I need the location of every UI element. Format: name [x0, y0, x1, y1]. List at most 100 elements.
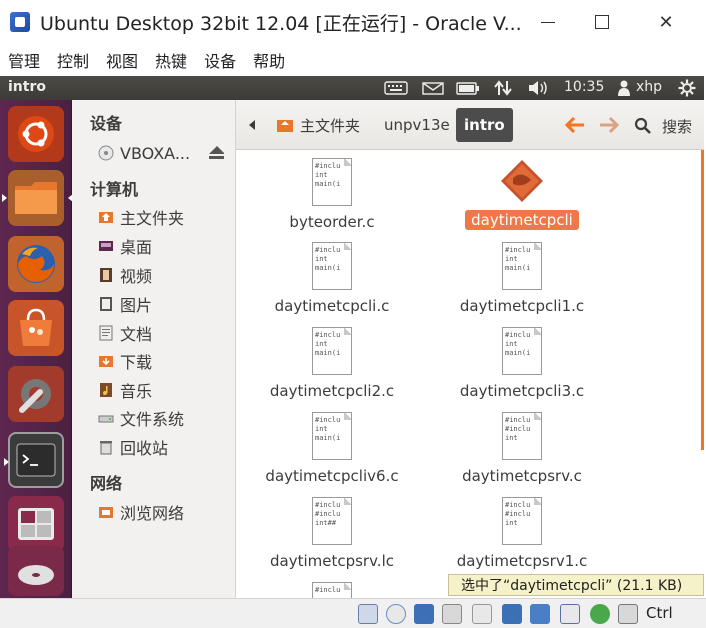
user-icon[interactable] [617, 80, 631, 96]
launcher-firefox[interactable] [8, 236, 64, 292]
network-icon[interactable] [494, 79, 512, 97]
launcher-terminal[interactable] [4, 432, 64, 488]
home-folder-icon [277, 120, 293, 132]
file-item[interactable]: #inclu #inclu int daytimetcpsrv1.c [432, 497, 612, 571]
sidebar-item-label: 浏览网络 [120, 504, 185, 523]
breadcrumb-home[interactable]: 主文件夹 [268, 108, 368, 142]
scrollbar[interactable] [701, 150, 704, 450]
sidebar-item-label: 文件系统 [120, 410, 185, 429]
file-item[interactable]: daytimetcpcli [432, 158, 612, 230]
sidebar-item-music[interactable]: 音乐 [98, 379, 152, 401]
usb-icon[interactable] [442, 604, 462, 624]
launcher-workspace-switcher[interactable] [8, 496, 64, 552]
c-source-file-icon: #inclu #inclu int## [312, 497, 352, 545]
sidebar-item-browse-network[interactable]: 浏览网络 [98, 501, 184, 523]
menu-item-4[interactable]: 设备 [204, 48, 236, 72]
breadcrumb-left-icon[interactable] [248, 120, 256, 130]
executable-icon [501, 160, 543, 202]
file-item[interactable]: #inclu [242, 582, 422, 598]
file-item[interactable]: #inclu #inclu int## daytimetcpsrv.lc [242, 497, 422, 571]
filesystem-icon [98, 415, 114, 423]
menu-item-0[interactable]: 管理 [8, 48, 40, 72]
breadcrumb-intro[interactable]: intro [456, 108, 513, 142]
file-item[interactable]: #inclu int main(i daytimetcpcli.c [242, 242, 422, 316]
c-source-file-icon: #inclu int main(i [312, 242, 352, 290]
host-key-label: Ctrl [646, 604, 673, 622]
file-preview-line: int [315, 425, 328, 433]
file-name: daytimetcpsrv.c [462, 467, 582, 485]
hard-disk-icon[interactable] [358, 604, 378, 624]
unity-launcher [0, 100, 73, 598]
sidebar-item-label: 回收站 [120, 439, 169, 458]
c-source-file-icon: #inclu #inclu int [502, 497, 542, 545]
file-item[interactable]: #inclu int main(i byteorder.c [242, 158, 422, 232]
volume-icon[interactable] [528, 80, 550, 96]
sidebar-item-downloads[interactable]: 下载 [98, 350, 152, 372]
file-item[interactable]: #inclu #inclu int daytimetcpsrv.c [432, 412, 612, 486]
sidebar-item-label: 音乐 [120, 382, 153, 401]
panel-app-name: intro [8, 79, 46, 95]
sidebar-item-desktop[interactable]: 桌面 [98, 235, 152, 257]
shared-folder-icon[interactable] [472, 604, 492, 624]
close-button[interactable]: ✕ [644, 0, 688, 44]
window-title: Ubuntu Desktop 32bit 12.04 [正在运行] - Orac… [40, 12, 522, 35]
sidebar-item-pictures[interactable]: 图片 [98, 293, 152, 315]
host-key-icon[interactable] [618, 604, 638, 624]
file-preview-line: main(i [505, 349, 531, 357]
file-name: daytimetcpsrv1.c [456, 552, 588, 570]
search-icon[interactable] [634, 117, 652, 135]
file-preview-line: #inclu [505, 416, 531, 424]
sidebar-item-filesystem[interactable]: 文件系统 [98, 407, 184, 429]
file-item[interactable]: #inclu int main(i daytimetcpcli1.c [432, 242, 612, 316]
file-item[interactable]: #inclu int main(i daytimetcpcli3.c [432, 327, 612, 401]
launcher-system-settings[interactable] [8, 366, 64, 422]
sidebar-item-trash[interactable]: 回收站 [98, 436, 168, 458]
breadcrumb-unpv13e[interactable]: unpv13e [376, 108, 458, 142]
optical-drive-icon[interactable] [386, 604, 406, 624]
minimize-button[interactable] [526, 0, 570, 44]
menu-item-3[interactable]: 热键 [155, 48, 187, 72]
file-preview-line: #inclu [505, 331, 531, 339]
launcher-disc[interactable] [8, 546, 64, 596]
host-menubar: 管理 控制 视图 热键 设备 帮助 [0, 44, 706, 76]
menu-item-1[interactable]: 控制 [57, 48, 89, 72]
sidebar-item-home[interactable]: 主文件夹 [98, 206, 184, 228]
search-button[interactable]: 搜索 [662, 116, 692, 137]
cpu-icon[interactable] [560, 604, 580, 624]
sidebar-item-documents[interactable]: 文档 [98, 322, 152, 344]
sidebar-item-vboxa[interactable]: VBOXA... [98, 142, 190, 164]
network-adapter-icon[interactable] [414, 604, 434, 624]
clock[interactable]: 10:35 [564, 79, 604, 95]
file-preview-line: main(i [315, 180, 341, 188]
computer-header: 计算机 [90, 180, 139, 199]
download-icon [99, 356, 113, 367]
launcher-software-center[interactable] [8, 300, 64, 356]
network-icon [99, 507, 113, 518]
file-item[interactable]: #inclu int main(i daytimetcpcli2.c [242, 327, 422, 401]
sidebar-item-videos[interactable]: 视频 [98, 264, 152, 286]
mouse-integration-icon[interactable] [590, 604, 610, 624]
file-name: daytimetcpcliv6.c [265, 467, 399, 485]
eject-icon[interactable] [208, 145, 224, 159]
back-arrow-icon[interactable] [564, 116, 586, 134]
panel-username[interactable]: xhp [636, 79, 662, 95]
gear-icon[interactable] [678, 79, 696, 97]
video-capture-icon[interactable] [530, 604, 550, 624]
launcher-files[interactable] [2, 170, 73, 226]
picture-icon [100, 297, 112, 311]
display-icon[interactable] [502, 604, 522, 624]
forward-arrow-icon[interactable] [598, 116, 620, 134]
keyboard-icon[interactable] [384, 81, 408, 95]
network-header: 网络 [90, 474, 123, 493]
file-item[interactable]: #inclu int main(i daytimetcpcliv6.c [242, 412, 422, 486]
menu-item-5[interactable]: 帮助 [253, 48, 285, 72]
launcher-ubuntu-dash[interactable] [8, 106, 64, 162]
virtualbox-status-bar: Ctrl [0, 598, 706, 628]
places-sidebar: 设备 VBOXA... 计算机 主文件夹 桌面 视频 图片 文档 下载 音乐 文… [72, 100, 236, 598]
maximize-button[interactable] [580, 0, 624, 44]
menu-item-2[interactable]: 视图 [106, 48, 138, 72]
mail-icon[interactable] [422, 82, 444, 95]
file-preview-line: #inclu [505, 425, 531, 433]
file-preview-line: int [505, 434, 518, 442]
battery-icon[interactable] [456, 82, 480, 95]
